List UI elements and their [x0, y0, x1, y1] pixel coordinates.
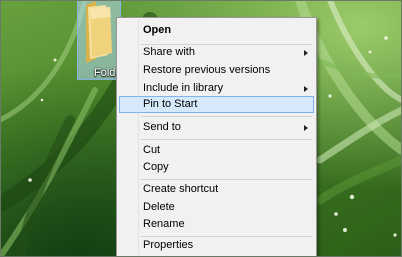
- menu-separator: [141, 139, 312, 140]
- menu-separator: [141, 116, 312, 117]
- menu-item-cut[interactable]: Cut: [119, 142, 314, 159]
- menu-separator: [141, 179, 312, 180]
- context-menu: Open Share with Restore previous version…: [116, 17, 317, 257]
- menu-item-label: Restore previous versions: [143, 64, 271, 76]
- menu-item-label: Pin to Start: [143, 98, 198, 110]
- menu-item-label: Cut: [143, 144, 161, 156]
- chevron-right-icon: [304, 50, 308, 56]
- menu-item-pin-to-start[interactable]: Pin to Start: [119, 96, 314, 113]
- menu-item-label: Send to: [143, 121, 181, 133]
- folder-icon: [86, 1, 112, 63]
- menu-item-label: Copy: [143, 161, 169, 173]
- menu-item-label: Delete: [143, 201, 175, 213]
- menu-item-label: Open: [143, 24, 172, 36]
- menu-item-label: Create shortcut: [143, 183, 219, 195]
- chevron-right-icon: [304, 125, 308, 131]
- menu-item-rename[interactable]: Rename: [119, 216, 314, 233]
- menu-item-label: Rename: [143, 218, 185, 230]
- menu-item-label: Share with: [143, 46, 195, 58]
- menu-item-restore-previous-versions[interactable]: Restore previous versions: [119, 62, 314, 79]
- menu-item-properties[interactable]: Properties: [119, 237, 314, 254]
- menu-item-create-shortcut[interactable]: Create shortcut: [119, 181, 314, 198]
- menu-item-share-with[interactable]: Share with: [119, 44, 314, 61]
- menu-item-copy[interactable]: Copy: [119, 159, 314, 176]
- folder-desktop-icon[interactable]: Folde: [77, 0, 122, 80]
- menu-item-label: Include in library: [143, 82, 224, 94]
- desktop-background[interactable]: Folde Open Share with Restore previous v…: [0, 0, 402, 257]
- menu-item-label: Properties: [143, 239, 194, 251]
- menu-item-send-to[interactable]: Send to: [119, 119, 314, 136]
- chevron-right-icon: [304, 86, 308, 92]
- menu-item-include-in-library[interactable]: Include in library: [119, 80, 314, 97]
- menu-item-delete[interactable]: Delete: [119, 199, 314, 216]
- menu-item-open[interactable]: Open: [119, 22, 314, 39]
